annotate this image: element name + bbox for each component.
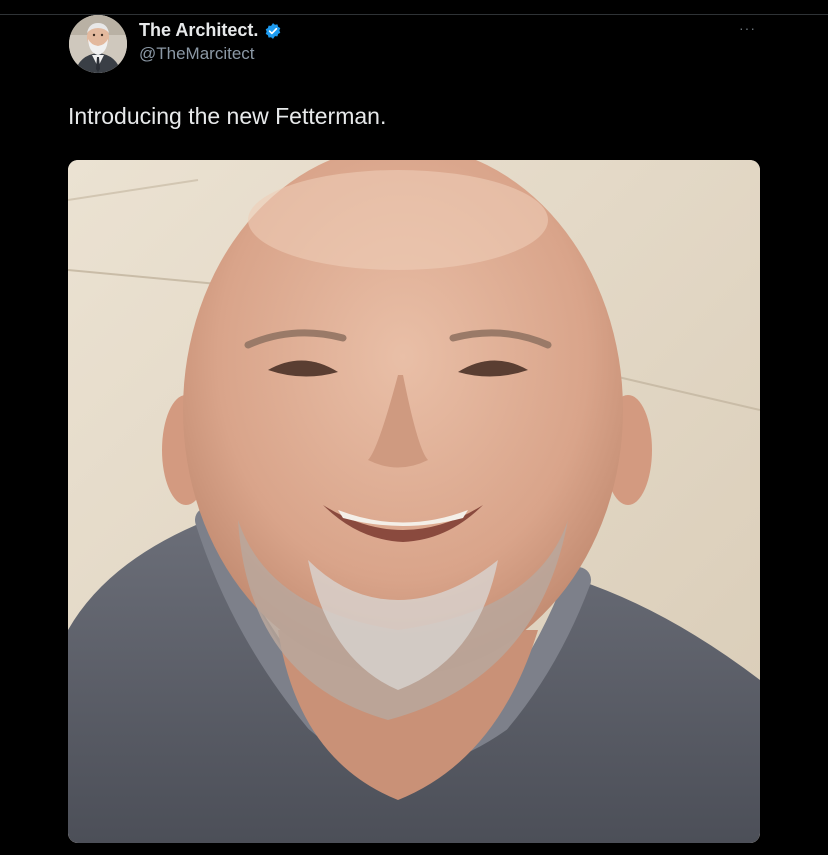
tweet-card: The Architect. @TheMarcitect ··· Introdu… [0,0,828,855]
author-avatar[interactable] [69,15,127,73]
more-options-icon[interactable]: ··· [739,20,756,36]
verified-badge-icon [264,22,282,40]
tweet-text: Introducing the new Fetterman. [68,103,387,129]
avatar-image [69,15,127,73]
author-name-row[interactable]: The Architect. [139,20,282,41]
tweet-media-photo[interactable] [68,160,760,843]
author-handle[interactable]: @TheMarcitect [139,44,255,64]
photo-image [68,160,760,843]
author-name[interactable]: The Architect. [139,20,258,41]
divider [0,14,828,15]
